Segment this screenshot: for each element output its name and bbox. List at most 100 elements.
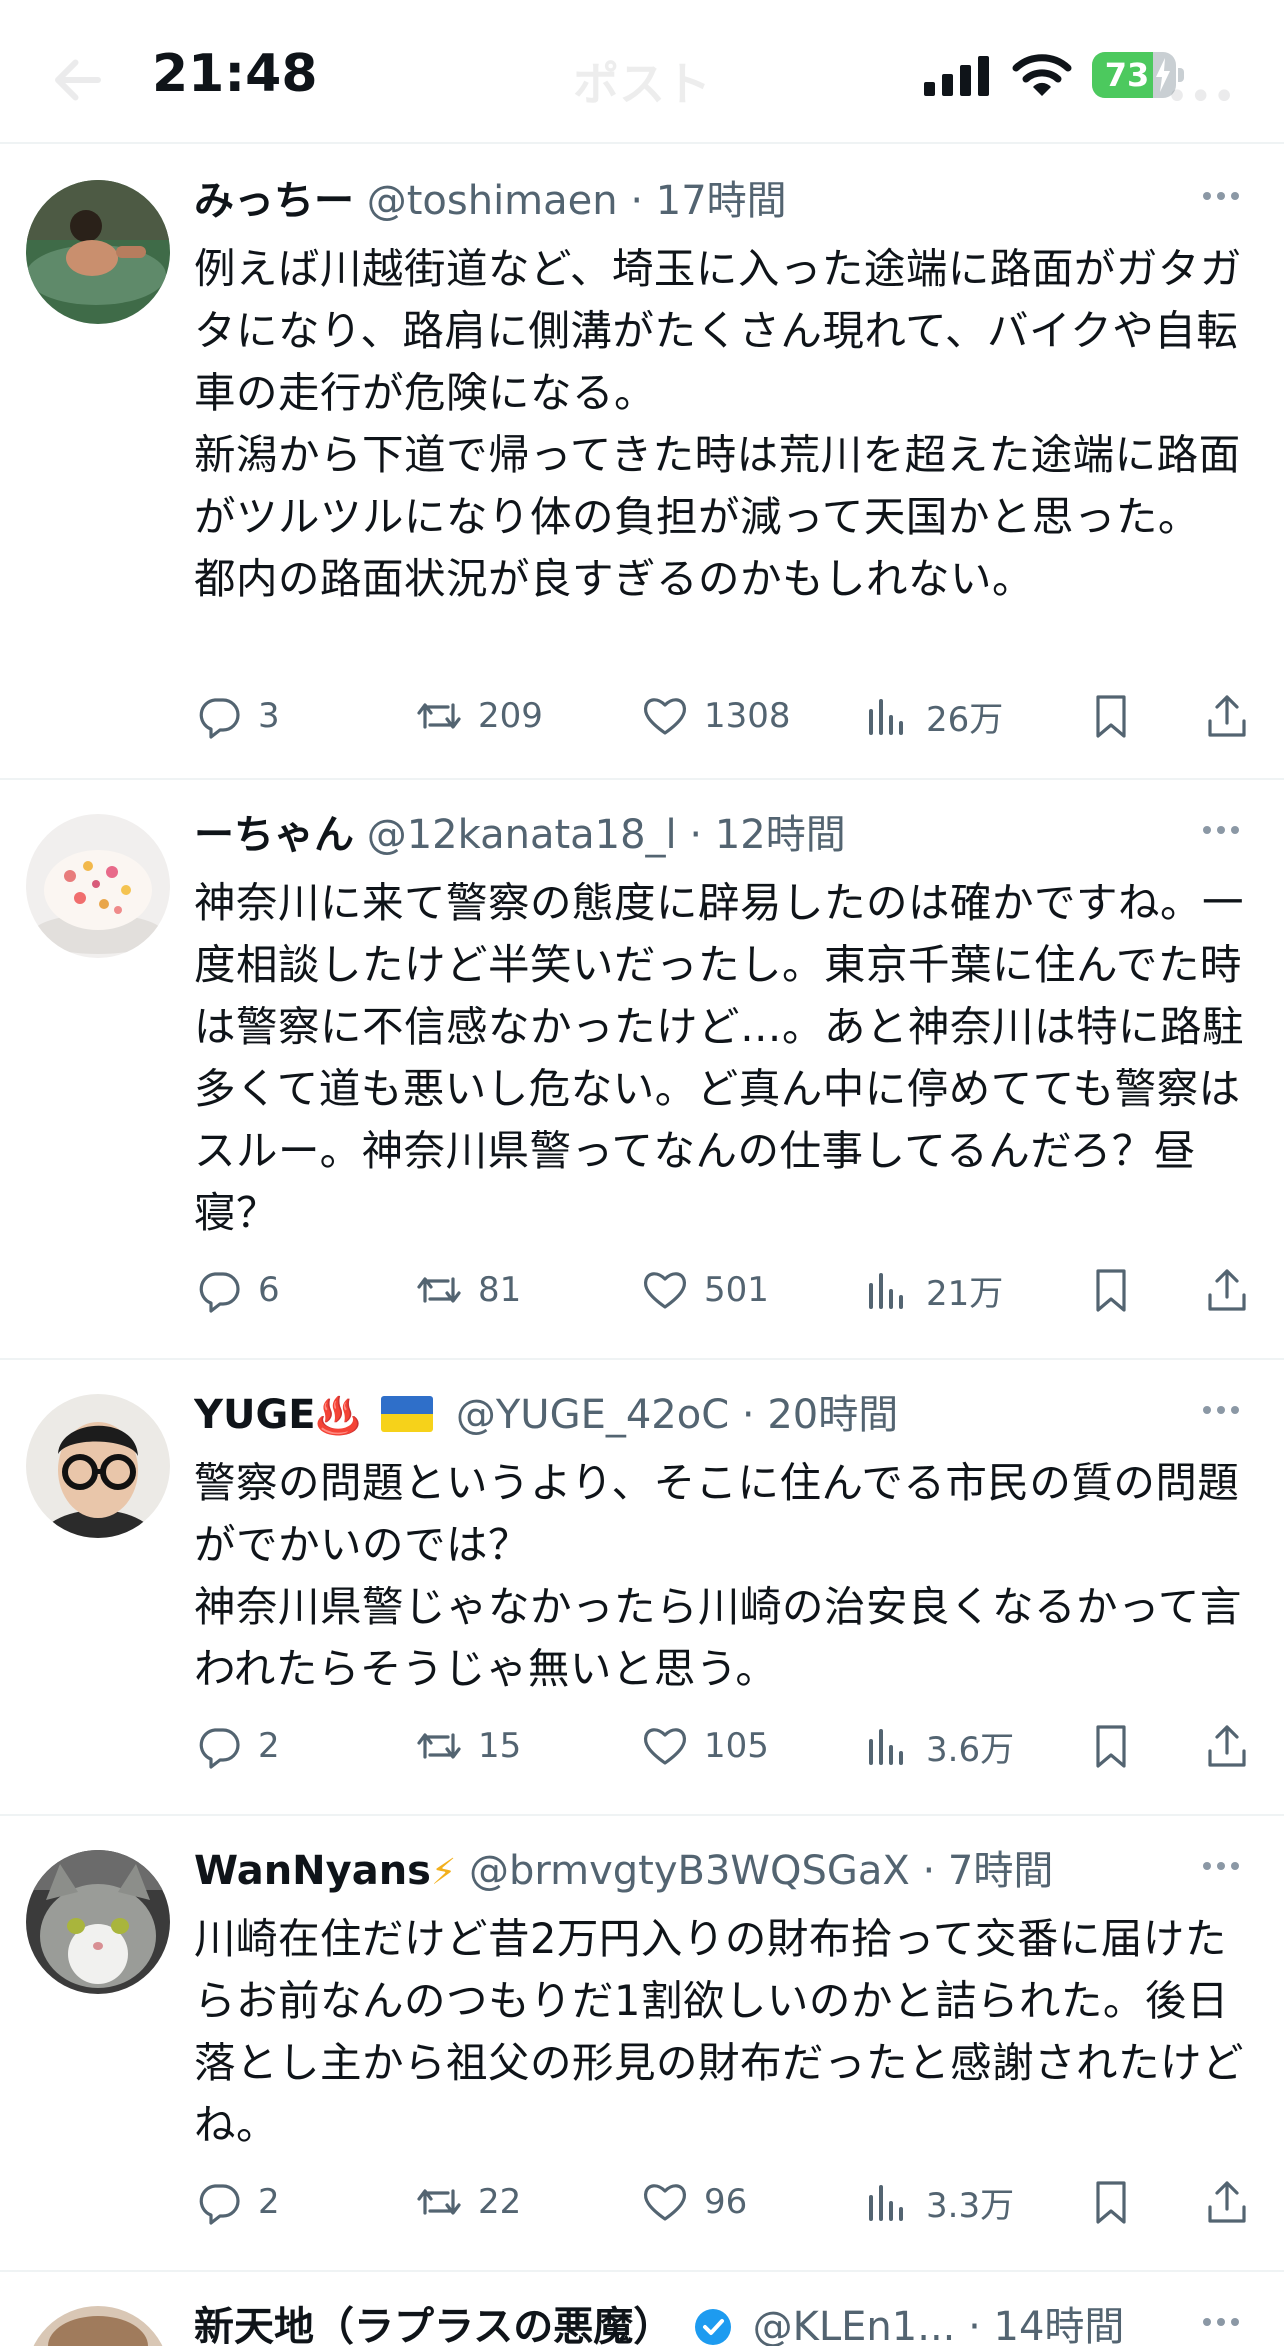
share-icon [1208, 1269, 1246, 1311]
share-button[interactable] [1202, 1260, 1252, 1320]
status-time: 21:48 [152, 44, 318, 104]
top-header: ポスト 21:48 73 ••• [0, 0, 1284, 144]
header-more-icon[interactable]: ••• [1165, 74, 1236, 120]
avatar[interactable] [26, 814, 170, 958]
like-button[interactable]: 501 [640, 1260, 769, 1320]
bookmark-button[interactable] [1086, 1260, 1136, 1320]
like-button[interactable]: 96 [640, 2172, 747, 2232]
bookmark-icon [1096, 1269, 1126, 1312]
reply-icon [199, 1272, 240, 1313]
display-name[interactable]: ーちゃん [194, 812, 354, 858]
bookmark-icon [1096, 1725, 1126, 1768]
reply-item[interactable]: みっちー @toshimaen · 17時間 例えば川越街道など、埼玉に入った途… [0, 146, 1284, 780]
avatar-image-icon [26, 1394, 170, 1538]
share-button[interactable] [1202, 1716, 1252, 1776]
more-options-icon[interactable] [1200, 810, 1250, 850]
reply-item[interactable]: YUGE♨️ @YUGE_42oC · 20時間 警察の問題というより、そこに住… [0, 1360, 1284, 1816]
views-button[interactable]: 21万 [862, 1260, 1003, 1320]
display-name[interactable]: YUGE [194, 1392, 316, 1438]
like-count: 105 [704, 1726, 769, 1766]
reply-text: 神奈川に来て警察の態度に辟易したのは確かですね。一度相談したけど半笑いだったし。… [194, 878, 1245, 1237]
reply-text: 川崎在住だけど昔2万円入りの財布拾って交番に届けたらお前なんのつもりだ1割欲しい… [194, 1914, 1245, 2149]
like-button[interactable]: 1308 [640, 686, 791, 746]
bookmark-button[interactable] [1086, 2172, 1136, 2232]
avatar[interactable] [26, 1394, 170, 1538]
reply-count: 6 [258, 1270, 280, 1310]
bookmark-button[interactable] [1086, 686, 1136, 746]
like-button[interactable]: 105 [640, 1716, 769, 1776]
more-options-icon[interactable] [1200, 176, 1250, 216]
action-bar: 2 15 105 3.6万 [194, 1716, 1264, 1776]
heart-icon [643, 1272, 687, 1309]
bookmark-icon [1096, 695, 1126, 738]
post-age: 20時間 [767, 1392, 899, 1438]
views-button[interactable]: 26万 [862, 686, 1003, 746]
separator-dot: · [922, 1848, 936, 1894]
avatar[interactable] [26, 180, 170, 324]
view-count: 26万 [926, 699, 1004, 740]
view-count: 3.6万 [926, 1729, 1015, 1770]
repost-button[interactable]: 209 [414, 686, 543, 746]
reply-item[interactable]: ーちゃん @12kanata18_l · 12時間 神奈川に来て警察の態度に辟易… [0, 780, 1284, 1360]
reply-header: ーちゃん @12kanata18_l · 12時間 [194, 806, 1204, 864]
views-button[interactable]: 3.3万 [862, 2172, 1014, 2232]
share-icon [1208, 695, 1246, 737]
reply-button[interactable]: 2 [194, 1716, 280, 1776]
reply-button[interactable]: 2 [194, 2172, 280, 2232]
user-handle[interactable]: @brmvgtyB3WQSGaX [469, 1848, 910, 1894]
reply-icon [199, 2184, 240, 2225]
repost-count: 81 [478, 1270, 522, 1310]
like-count: 96 [704, 2182, 748, 2222]
user-handle[interactable]: @toshimaen [367, 178, 618, 224]
reply-button[interactable]: 6 [194, 1260, 280, 1320]
reply-header: みっちー @toshimaen · 17時間 [194, 172, 1204, 230]
avatar-image-icon [26, 1850, 170, 1994]
avatar[interactable] [26, 2306, 170, 2346]
display-name[interactable]: WanNyans [194, 1848, 431, 1894]
reply-count: 2 [258, 1726, 280, 1766]
user-handle[interactable]: @12kanata18_l [367, 812, 677, 858]
reply-button[interactable]: 3 [194, 686, 280, 746]
reply-header: WanNyans⚡ @brmvgtyB3WQSGaX · 7時間 [194, 1842, 1204, 1900]
bookmark-icon [1096, 2181, 1126, 2224]
repost-count: 209 [478, 696, 543, 736]
wifi-icon [1012, 54, 1072, 96]
repost-button[interactable]: 22 [414, 2172, 521, 2232]
repost-button[interactable]: 15 [414, 1716, 521, 1776]
post-age: 14時間 [993, 2304, 1125, 2346]
views-chart-icon [869, 699, 903, 735]
views-chart-icon [869, 2185, 903, 2221]
view-count: 21万 [926, 1273, 1004, 1314]
share-button[interactable] [1202, 686, 1252, 746]
display-name[interactable]: みっちー [194, 178, 354, 224]
action-bar: 6 81 501 21万 [194, 1260, 1264, 1320]
ukraine-flag-icon [381, 1396, 434, 1432]
view-count: 3.3万 [926, 2185, 1015, 2226]
heart-icon [643, 698, 687, 735]
post-age: 17時間 [655, 178, 787, 224]
separator-dot: · [741, 1392, 755, 1438]
user-handle[interactable]: @KLEn1... [753, 2304, 956, 2346]
reply-item[interactable]: WanNyans⚡ @brmvgtyB3WQSGaX · 7時間 川崎在住だけど… [0, 1816, 1284, 2272]
post-age: 12時間 [714, 812, 846, 858]
avatar-image-icon [26, 2306, 170, 2346]
share-button[interactable] [1202, 2172, 1252, 2232]
more-options-icon[interactable] [1200, 2302, 1250, 2342]
repost-button[interactable]: 81 [414, 1260, 521, 1320]
reply-count: 3 [258, 696, 280, 736]
post-age: 7時間 [947, 1848, 1054, 1894]
more-options-icon[interactable] [1200, 1846, 1250, 1886]
share-icon [1208, 2181, 1246, 2223]
views-button[interactable]: 3.6万 [862, 1716, 1014, 1776]
more-options-icon[interactable] [1200, 1390, 1250, 1430]
user-handle[interactable]: @YUGE_42oC [456, 1392, 729, 1438]
separator-dot: · [630, 178, 644, 224]
reply-text: 警察の問題というより、そこに住んでる市民の質の問題がでかいのでは？ 神奈川県警じ… [194, 1458, 1242, 1693]
bookmark-button[interactable] [1086, 1716, 1136, 1776]
cellular-signal-icon [924, 56, 989, 96]
display-name[interactable]: 新天地（ラプラスの悪魔） [194, 2304, 673, 2346]
reply-item[interactable]: 新天地（ラプラスの悪魔） @KLEn1... · 14時間 [0, 2272, 1284, 2346]
avatar[interactable] [26, 1850, 170, 1994]
repost-count: 15 [478, 1726, 522, 1766]
repost-icon [417, 2189, 461, 2215]
